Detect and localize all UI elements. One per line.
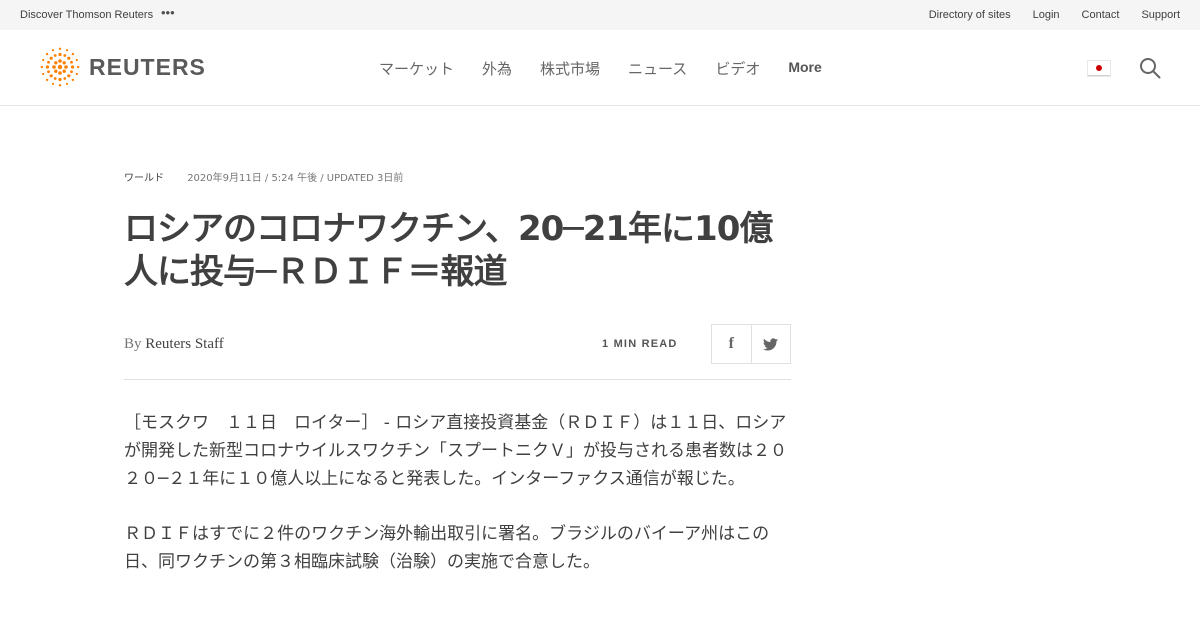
nav-item-forex[interactable]: 外為 [482, 58, 512, 79]
nav-item-more[interactable]: More [788, 59, 821, 79]
support-link[interactable]: Support [1141, 9, 1180, 21]
dateline: 2020年9月11日 / 5:24 午後 / UPDATED 3日前 [187, 173, 404, 184]
read-time: 1 MIN READ [602, 338, 678, 350]
japan-flag-icon[interactable] [1088, 61, 1110, 76]
nav-item-markets[interactable]: マーケット [379, 58, 454, 79]
logo-wordmark: REUTERS [89, 53, 206, 80]
site-header: REUTERS マーケット 外為 株式市場 ニュース ビデオ More [0, 30, 1200, 106]
byline-prefix: By [124, 336, 142, 352]
article-paragraph: ［モスクワ １１日 ロイター］ - ロシア直接投資基金（ＲＤＩＦ）は１１日、ロシ… [124, 413, 787, 489]
byline: By Reuters Staff [124, 336, 224, 353]
contact-link[interactable]: Contact [1082, 9, 1120, 21]
main-nav: マーケット 外為 株式市場 ニュース ビデオ More [379, 58, 850, 79]
share-buttons: f [711, 324, 791, 364]
nav-item-news[interactable]: ニュース [628, 58, 687, 79]
twitter-icon [763, 337, 779, 350]
nav-item-video[interactable]: ビデオ [715, 58, 760, 79]
article-body: ［モスクワ １１日 ロイター］ - ロシア直接投資基金（ＲＤＩＦ）は１１日、ロシ… [124, 409, 794, 603]
article-paragraph: ＲＤＩＦはすでに２件のワクチン海外輸出取引に署名。ブラジルのバイーア州はこの日、… [124, 524, 770, 572]
search-icon[interactable] [1139, 57, 1161, 79]
more-dots-icon[interactable]: ••• [161, 5, 175, 20]
discover-link[interactable]: Discover Thomson Reuters [20, 9, 153, 21]
author-name[interactable]: Reuters Staff [145, 336, 223, 352]
reuters-logo-icon [40, 47, 80, 87]
nav-item-stocks[interactable]: 株式市場 [540, 58, 600, 79]
section-label[interactable]: ワールド [124, 173, 164, 184]
reuters-logo[interactable]: REUTERS [40, 47, 206, 87]
byline-row: By Reuters Staff 1 MIN READ f [124, 324, 791, 380]
article-headline: ロシアのコロナワクチン、20─21年に10億人に投与─ＲＤＩＦ＝報道 [124, 209, 773, 292]
facebook-share-button[interactable]: f [712, 325, 752, 363]
utility-links: Directory of sites Login Contact Support [907, 9, 1180, 21]
facebook-icon: f [728, 335, 734, 352]
utility-bar: Discover Thomson Reuters ••• Directory o… [0, 0, 1200, 30]
login-link[interactable]: Login [1033, 9, 1060, 21]
directory-link[interactable]: Directory of sites [929, 9, 1011, 21]
article-meta: ワールド 2020年9月11日 / 5:24 午後 / UPDATED 3日前 [124, 169, 403, 184]
twitter-share-button[interactable] [752, 325, 791, 363]
